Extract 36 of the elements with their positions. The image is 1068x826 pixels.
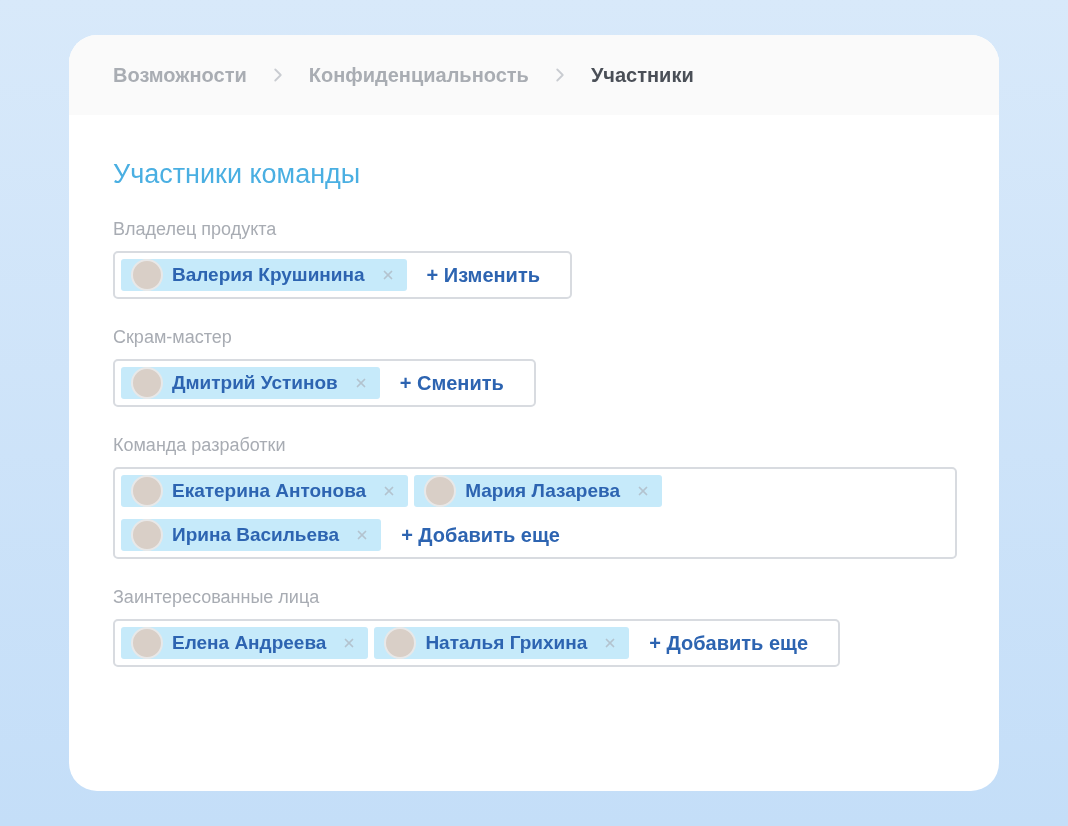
member-name: Екатерина Антонова xyxy=(172,478,367,503)
add-member-button[interactable]: + Добавить еще xyxy=(387,519,584,551)
add-member-button[interactable]: + Добавить еще xyxy=(635,627,833,659)
breadcrumb-link[interactable]: Участники xyxy=(590,60,694,90)
avatar xyxy=(424,475,457,507)
member-name: Мария Лазарева xyxy=(465,478,620,503)
avatar xyxy=(131,475,163,507)
member-chip[interactable]: Мария Лазарева xyxy=(414,475,662,507)
member-chip[interactable]: Наталья Грихина xyxy=(374,627,630,659)
field-label: Команда разработки xyxy=(113,434,287,457)
avatar xyxy=(131,519,163,551)
remove-icon[interactable] xyxy=(636,484,650,498)
members-field[interactable]: Елена Андреева Наталья Грихина + Добавить еще xyxy=(113,619,841,667)
avatar xyxy=(131,627,163,659)
members-field[interactable]: Дмитрий Устинов + Сменить xyxy=(113,359,536,407)
avatar xyxy=(131,259,163,291)
member-name: Елена Андреева xyxy=(172,630,327,655)
avatar xyxy=(384,627,417,659)
add-member-button[interactable]: + Изменить xyxy=(412,259,564,291)
field-label: Заинтересованные лица xyxy=(113,586,321,609)
member-name: Ирина Васильева xyxy=(172,522,340,547)
field-label: Скрам-мастер xyxy=(113,326,233,349)
section-title: Участники команды xyxy=(113,158,362,191)
member-name: Наталья Грихина xyxy=(425,630,588,655)
member-chip[interactable]: Дмитрий Устинов xyxy=(121,367,380,399)
field-label: Владелец продукта xyxy=(113,218,278,241)
member-chip[interactable]: Елена Андреева xyxy=(121,627,369,659)
member-name: Дмитрий Устинов xyxy=(172,370,338,395)
members-field[interactable]: Екатерина Антонова Мария Лазарева Ирина Васильева + Добавить еще xyxy=(113,467,957,559)
avatar xyxy=(131,367,163,399)
member-chip[interactable]: Екатерина Антонова xyxy=(121,475,409,507)
member-chip[interactable]: Ирина Васильева xyxy=(121,519,382,551)
add-member-button[interactable]: + Сменить xyxy=(385,367,528,399)
members-field[interactable]: Валерия Крушинина + Изменить xyxy=(113,251,572,299)
member-chip[interactable]: Валерия Крушинина xyxy=(121,259,407,291)
member-name: Валерия Крушинина xyxy=(172,262,365,287)
